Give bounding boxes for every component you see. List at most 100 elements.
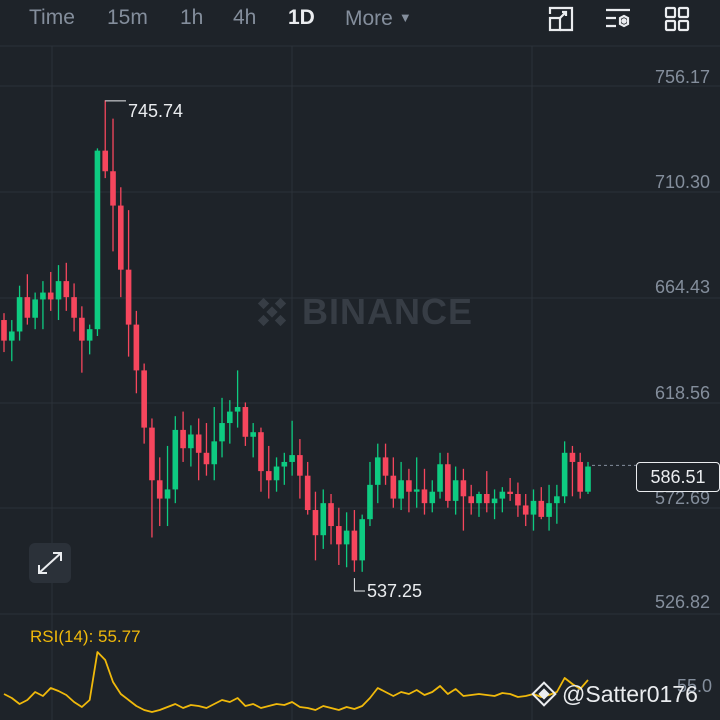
- bullish-candle: [476, 491, 482, 517]
- rsi-indicator-label: RSI(14): 55.77: [30, 627, 141, 646]
- bearish-candle: [265, 445, 272, 499]
- bullish-candle: [452, 466, 459, 515]
- timeframe-toolbar: Time 15m 1h 4h 1D More ▼: [0, 0, 720, 40]
- bearish-candle: [406, 468, 412, 513]
- candle-body: [429, 491, 436, 504]
- low-price-label: 537.25: [367, 581, 423, 601]
- tab-more-label: More: [345, 7, 393, 30]
- bullish-candle: [413, 457, 420, 508]
- layout-grid-icon[interactable]: [662, 4, 692, 34]
- bullish-candle: [554, 484, 560, 524]
- bullish-candle: [188, 425, 194, 467]
- bullish-candle: [398, 461, 404, 511]
- candle-body: [110, 171, 116, 206]
- candle-body: [561, 452, 568, 497]
- tab-1d[interactable]: 1D: [288, 6, 315, 30]
- bearish-candle: [156, 457, 163, 527]
- bearish-candle: [507, 477, 513, 501]
- bullish-candle: [55, 265, 62, 321]
- candle-body: [242, 407, 249, 437]
- price-axis-label: 710.30: [654, 172, 710, 192]
- price-axis-label: 618.56: [654, 383, 710, 403]
- price-axis-label: 756.17: [654, 67, 710, 87]
- candle-body: [522, 505, 529, 515]
- candle-body: [102, 150, 109, 172]
- bearish-candle: [468, 484, 475, 515]
- high-price-label: 745.74: [128, 101, 184, 121]
- candle-body: [94, 150, 101, 330]
- candle-body: [476, 494, 482, 504]
- candle-body: [445, 464, 451, 501]
- bullish-candle: [250, 423, 256, 458]
- candle-body: [211, 441, 218, 465]
- candle-body: [1, 320, 7, 341]
- candle-body: [164, 489, 171, 499]
- fullscreen-button[interactable]: [29, 543, 71, 583]
- candle-body: [234, 407, 241, 412]
- candle-body: [297, 455, 303, 476]
- candle-body: [437, 464, 443, 492]
- bullish-candle: [273, 457, 280, 492]
- bearish-candle: [328, 494, 334, 545]
- bullish-candle: [546, 484, 552, 531]
- author-handle: @Satter0176: [562, 680, 698, 707]
- candle-body: [460, 480, 467, 497]
- rsi-panel: [3, 651, 589, 713]
- bullish-candle: [227, 400, 233, 444]
- candle-body: [156, 480, 163, 499]
- chart-type-icon[interactable]: [546, 4, 576, 34]
- tab-time[interactable]: Time: [29, 6, 75, 30]
- bearish-candle: [63, 262, 70, 311]
- tab-4h[interactable]: 4h: [233, 6, 256, 30]
- candle-body: [483, 494, 490, 504]
- candle-body: [8, 331, 15, 341]
- tab-15m[interactable]: 15m: [107, 6, 148, 30]
- candle-body: [195, 434, 202, 453]
- bullish-candle: [40, 281, 46, 330]
- candle-body: [390, 475, 397, 499]
- watermark-text: BINANCE: [302, 291, 474, 332]
- bullish-candle: [491, 489, 498, 520]
- candle-body: [203, 452, 210, 465]
- bearish-candle: [577, 452, 584, 499]
- candle-body: [530, 500, 537, 515]
- bullish-candle: [359, 514, 365, 572]
- candle-body: [149, 427, 155, 481]
- bearish-candle: [117, 187, 124, 298]
- bearish-candle: [336, 507, 342, 565]
- binance-logo-icon: [257, 297, 287, 327]
- candle-body: [141, 370, 147, 428]
- candle-body: [421, 489, 428, 504]
- tab-1h[interactable]: 1h: [180, 6, 203, 30]
- bearish-candle: [110, 118, 116, 252]
- bullish-candle: [86, 324, 93, 355]
- candle-body: [468, 496, 475, 504]
- candle-body: [32, 299, 38, 318]
- bearish-candle: [382, 443, 389, 485]
- candle-body: [312, 510, 319, 536]
- candle-body: [304, 475, 311, 511]
- candle-body: [452, 480, 459, 501]
- candle-body: [328, 503, 334, 527]
- tab-more[interactable]: More ▼: [345, 6, 412, 31]
- indicator-settings-icon[interactable]: [603, 4, 633, 34]
- bearish-candle: [445, 452, 451, 508]
- candle-body: [281, 461, 288, 467]
- bearish-candle: [141, 363, 147, 444]
- bullish-candle: [211, 407, 218, 481]
- bullish-candle: [374, 443, 381, 504]
- candle-body: [351, 530, 358, 561]
- candlestick-chart[interactable]: [0, 0, 720, 720]
- candle-body: [374, 457, 381, 485]
- candle-body: [79, 317, 85, 341]
- candle-body: [133, 324, 140, 371]
- bullish-candle: [320, 489, 327, 549]
- bearish-candle: [304, 461, 311, 515]
- candle-body: [398, 480, 404, 499]
- candle-body: [63, 281, 70, 298]
- bullish-candle: [343, 512, 350, 568]
- candle-body: [125, 269, 132, 325]
- bullish-candle: [172, 416, 179, 504]
- price-axis-label: 526.82: [654, 592, 710, 612]
- candle-body: [406, 480, 412, 492]
